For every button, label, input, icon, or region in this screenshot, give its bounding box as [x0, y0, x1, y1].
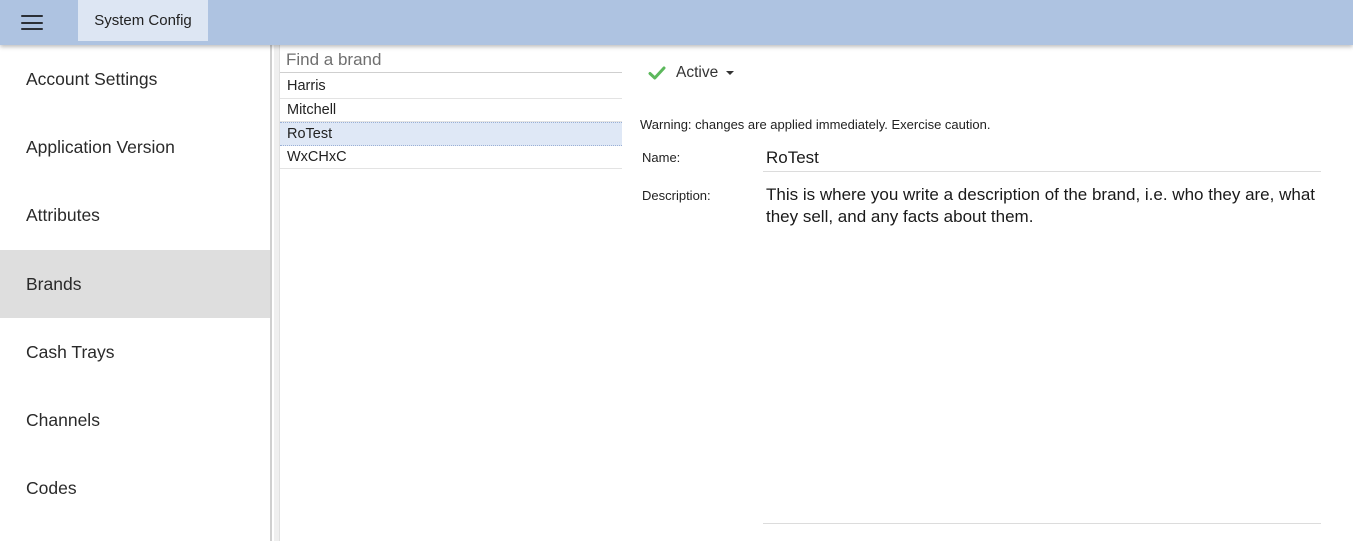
status-dropdown[interactable]: Active: [648, 63, 735, 83]
app-title[interactable]: System Config: [78, 0, 208, 41]
description-field[interactable]: This is where you write a description of…: [763, 184, 1321, 524]
top-app-bar: System Config: [0, 0, 1353, 45]
hamburger-menu-icon[interactable]: [0, 0, 64, 45]
status-label: Active: [676, 64, 719, 81]
sidebar-item-channels[interactable]: Channels: [0, 386, 270, 454]
name-field[interactable]: RoTest: [763, 145, 1321, 172]
name-label: Name:: [642, 150, 681, 165]
sidebar-item-attributes[interactable]: Attributes: [0, 182, 270, 250]
brand-list-item-selected[interactable]: RoTest: [280, 122, 622, 146]
brand-list-item[interactable]: Harris: [280, 75, 622, 99]
brand-list-item[interactable]: WxCHxC: [280, 146, 622, 169]
sidebar-item-brands[interactable]: Brands: [0, 249, 270, 319]
checkmark-icon: [648, 66, 666, 80]
brand-search-input[interactable]: [280, 45, 622, 73]
sidebar-nav: Account Settings Application Version Att…: [0, 45, 272, 541]
brand-list: Harris Mitchell RoTest WxCHxC: [280, 75, 622, 169]
sidebar-item-application-version[interactable]: Application Version: [0, 113, 270, 181]
description-label: Description:: [642, 188, 711, 203]
warning-message: Warning: changes are applied immediately…: [640, 117, 991, 132]
caret-down-icon: [726, 71, 735, 75]
sidebar-item-codes[interactable]: Codes: [0, 455, 270, 523]
brand-list-item[interactable]: Mitchell: [280, 99, 622, 122]
sidebar-item-account-settings[interactable]: Account Settings: [0, 45, 270, 113]
brand-detail-panel: Active Warning: changes are applied imme…: [622, 45, 1353, 541]
sidebar-item-cash-trays[interactable]: Cash Trays: [0, 318, 270, 386]
brand-list-panel: Harris Mitchell RoTest WxCHxC: [280, 45, 622, 541]
